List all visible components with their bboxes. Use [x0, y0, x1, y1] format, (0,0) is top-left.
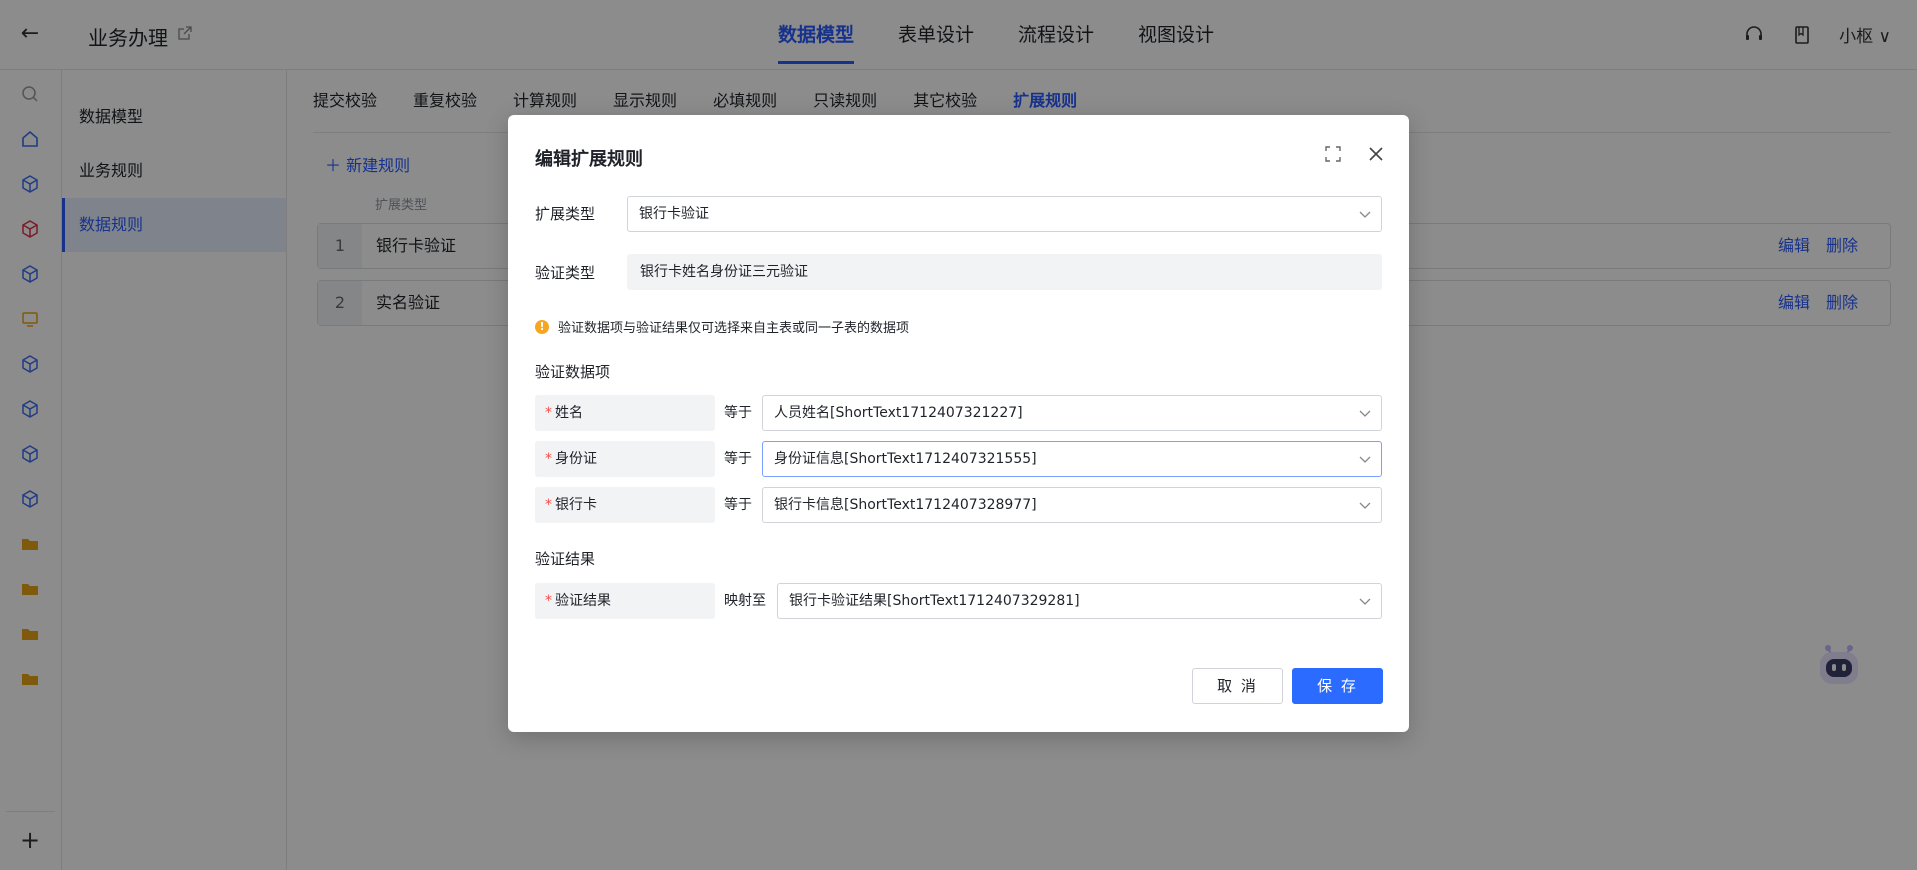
field-label: 银行卡 — [555, 497, 597, 513]
field-name-label: * 姓名 — [535, 395, 715, 431]
extension-type-value: 银行卡验证 — [639, 206, 709, 222]
dialog-title: 编辑扩展规则 — [535, 149, 643, 170]
bankcard-field-value: 银行卡信息[ShortText1712407328977] — [774, 497, 1037, 513]
chevron-down-icon — [1359, 456, 1371, 463]
chevron-down-icon — [1359, 502, 1371, 509]
relation-label: 映射至 — [724, 593, 766, 609]
result-field-value: 银行卡验证结果[ShortText1712407329281] — [789, 593, 1080, 609]
edit-extension-rule-dialog: 编辑扩展规则 扩展类型 银行卡验证 验证类型 银行卡姓名身份证三元验证 ! 验证… — [508, 115, 1409, 732]
relation-label: 等于 — [724, 497, 752, 513]
tip-message: ! 验证数据项与验证结果仅可选择来自主表或同一子表的数据项 — [535, 317, 909, 336]
verify-type-label: 验证类型 — [535, 264, 596, 282]
field-label: 身份证 — [555, 451, 597, 467]
required-mark: * — [545, 593, 552, 609]
extension-type-label: 扩展类型 — [535, 205, 596, 223]
data-section-title: 验证数据项 — [535, 363, 611, 381]
idcard-field-select[interactable]: 身份证信息[ShortText1712407321555] — [762, 441, 1382, 477]
relation-label: 等于 — [724, 405, 752, 421]
field-result-label: * 验证结果 — [535, 583, 715, 619]
close-icon[interactable] — [1366, 144, 1386, 164]
chevron-down-icon — [1359, 211, 1371, 218]
chevron-down-icon — [1359, 598, 1371, 605]
bankcard-field-select[interactable]: 银行卡信息[ShortText1712407328977] — [762, 487, 1382, 523]
warning-icon: ! — [535, 319, 549, 334]
required-mark: * — [545, 405, 552, 421]
verify-type-value: 银行卡姓名身份证三元验证 — [627, 254, 1382, 290]
save-button[interactable]: 保 存 — [1292, 668, 1383, 704]
name-field-value: 人员姓名[ShortText1712407321227] — [774, 405, 1023, 421]
idcard-field-value: 身份证信息[ShortText1712407321555] — [774, 451, 1037, 467]
fullscreen-icon[interactable] — [1324, 145, 1342, 163]
chevron-down-icon — [1359, 410, 1371, 417]
relation-label: 等于 — [724, 451, 752, 467]
field-bankcard-label: * 银行卡 — [535, 487, 715, 523]
required-mark: * — [545, 497, 552, 513]
result-field-select[interactable]: 银行卡验证结果[ShortText1712407329281] — [777, 583, 1382, 619]
field-label: 验证结果 — [555, 593, 611, 609]
cancel-button[interactable]: 取 消 — [1192, 668, 1283, 704]
name-field-select[interactable]: 人员姓名[ShortText1712407321227] — [762, 395, 1382, 431]
extension-type-select[interactable]: 银行卡验证 — [627, 196, 1382, 232]
tip-text: 验证数据项与验证结果仅可选择来自主表或同一子表的数据项 — [558, 321, 910, 336]
field-idcard-label: * 身份证 — [535, 441, 715, 477]
field-label: 姓名 — [555, 405, 583, 421]
result-section-title: 验证结果 — [535, 550, 596, 568]
required-mark: * — [545, 451, 552, 467]
